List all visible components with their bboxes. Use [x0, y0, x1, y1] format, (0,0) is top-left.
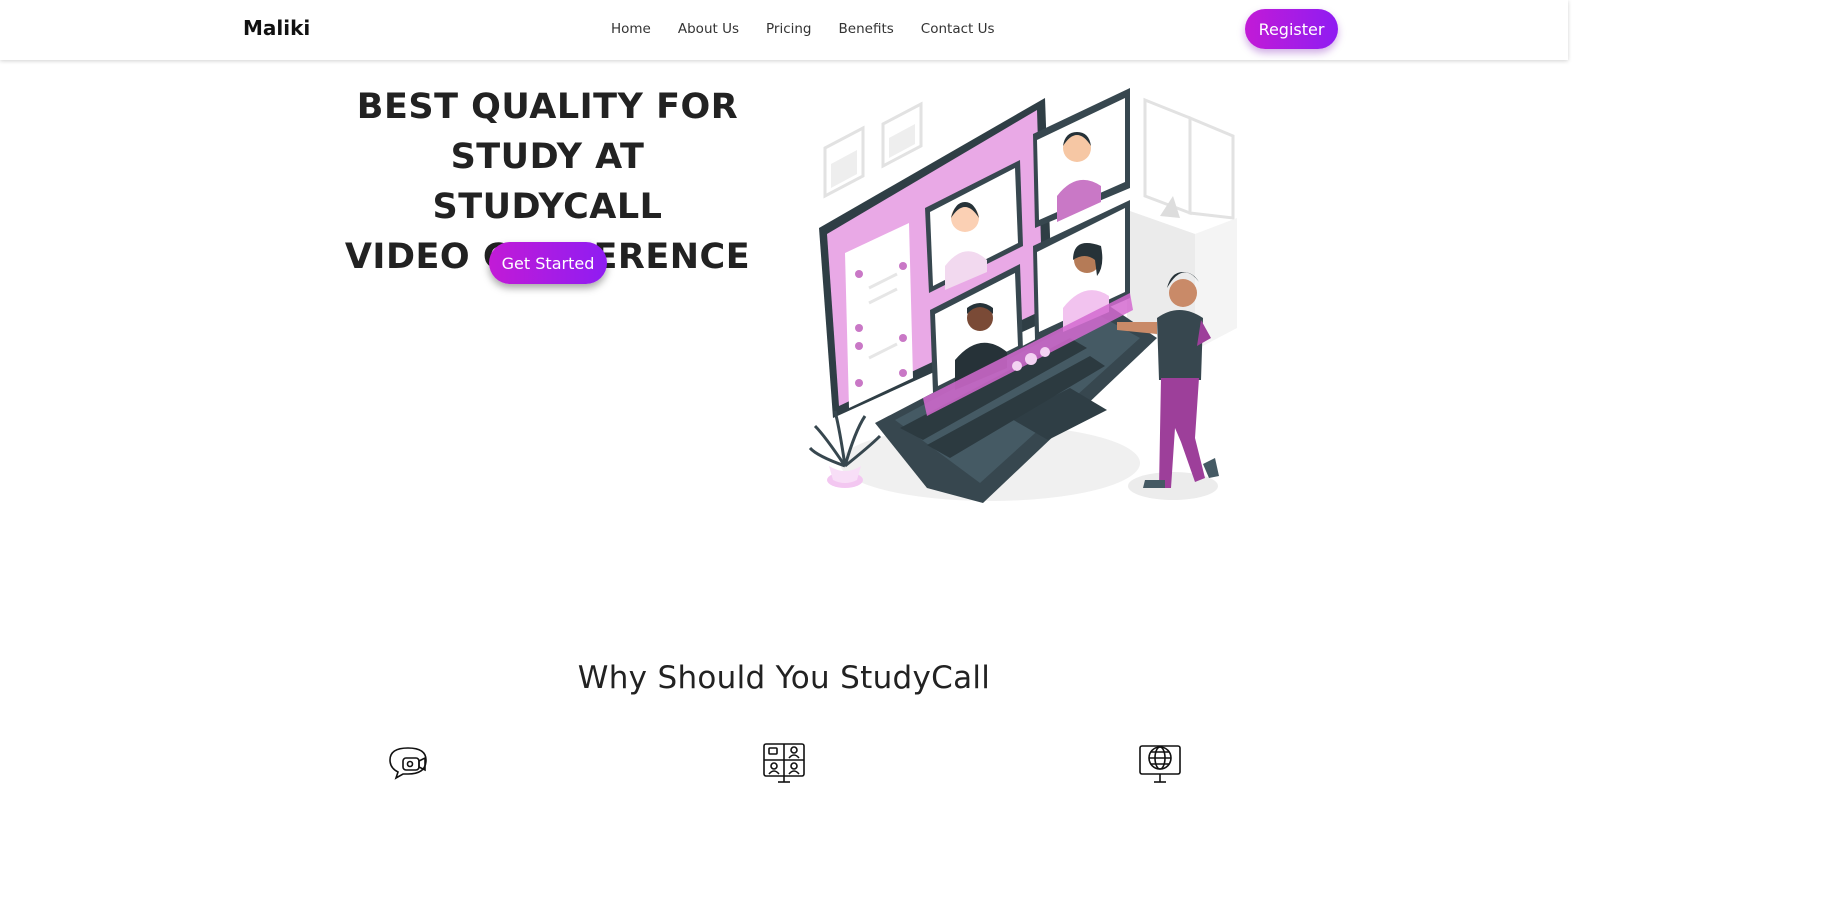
global-monitor-icon — [1139, 745, 1181, 783]
register-button[interactable]: Register — [1245, 9, 1338, 49]
get-started-button[interactable]: Get Started — [489, 242, 607, 284]
nav-pricing[interactable]: Pricing — [766, 21, 812, 37]
nav-home[interactable]: Home — [611, 21, 651, 37]
brand-logo[interactable]: Maliki — [243, 16, 310, 40]
main-nav: Home About Us Pricing Benefits Contact U… — [611, 21, 995, 37]
navbar: Maliki Home About Us Pricing Benefits Co… — [0, 0, 1568, 60]
video-conference-grid-icon — [763, 743, 805, 783]
video-chat-icon — [389, 747, 427, 780]
nav-contact-us[interactable]: Contact Us — [921, 21, 995, 37]
hero-title-line-1: BEST QUALITY FOR — [356, 87, 739, 127]
hero-title-line-2: STUDY AT STUDYCALL — [432, 137, 663, 227]
video-conference-illustration — [808, 88, 1237, 503]
why-studycall-title: Why Should You StudyCall — [577, 660, 991, 696]
nav-about-us[interactable]: About Us — [678, 21, 739, 37]
nav-benefits[interactable]: Benefits — [839, 21, 894, 37]
